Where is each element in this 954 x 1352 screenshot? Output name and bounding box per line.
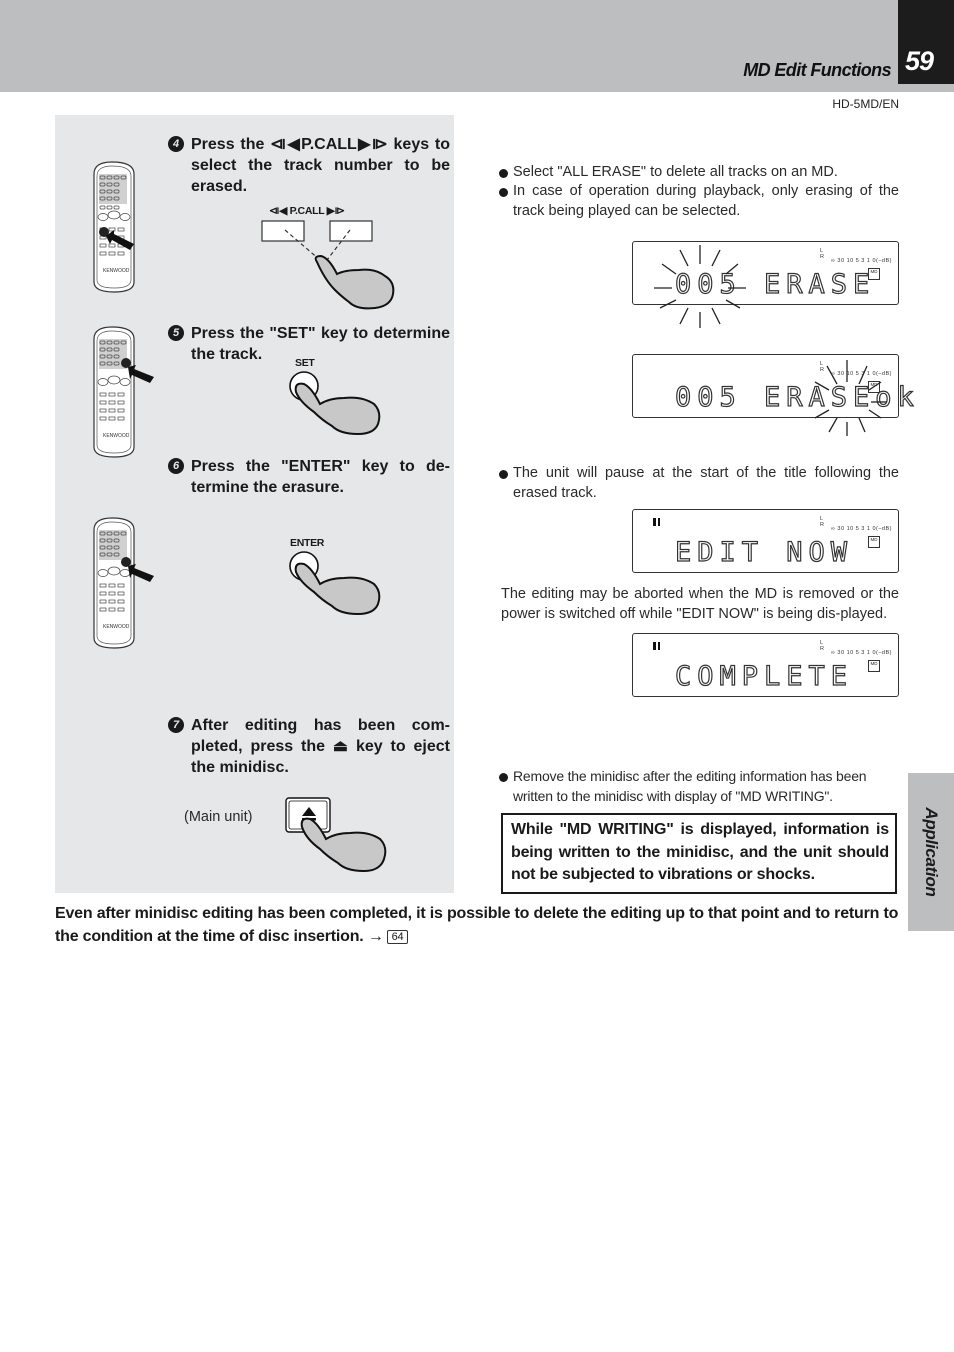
page-reference-link[interactable]: 64	[386, 929, 409, 944]
level-meter-scale: ∞ 30 10 5 3 1 0(–dB)	[830, 258, 892, 264]
step-text: After editing has been com-pleted, press…	[191, 717, 450, 776]
bullet-icon	[499, 470, 508, 479]
lcd-display-edit-now: LR ∞ 30 10 5 3 1 0(–dB) MD EDIT NOW	[632, 509, 899, 573]
pointing-hand-icon	[314, 254, 395, 310]
step-7: 7 After editing has been com-pleted, pre…	[168, 715, 450, 778]
pointing-hand-icon	[294, 382, 381, 436]
note-text: In case of operation during playback, on…	[513, 183, 899, 219]
remote-control-icon: KENWOOD	[93, 161, 135, 293]
blink-rays-icon	[654, 245, 746, 328]
note-playback-erase: In case of operation during playback, on…	[499, 182, 899, 221]
note-remove-minidisc: Remove the minidisc after the editing in…	[499, 767, 899, 806]
step-6: 6 Press the "ENTER" key to de-termine th…	[168, 456, 450, 498]
level-meter-scale: ∞ 30 10 5 3 1 0(–dB)	[830, 650, 892, 656]
step-number: 7	[168, 717, 184, 733]
blink-rays-icon	[814, 360, 887, 436]
pause-icon	[653, 518, 660, 526]
bullet-icon	[499, 169, 508, 178]
bullet-icon	[499, 188, 508, 197]
abort-note: The editing may be aborted when the MD i…	[501, 586, 899, 622]
warning-box: While "MD WRITING" is displayed, informa…	[501, 813, 897, 894]
lcd-text: COMPLETE	[674, 661, 854, 692]
remote-control-icon: KENWOOD	[93, 517, 154, 649]
remote-body: KENWOOD	[93, 161, 135, 293]
enter-key-illustration	[289, 551, 381, 616]
note-text: Select "ALL ERASE" to delete all tracks …	[513, 164, 838, 180]
arrow-icon: →	[367, 927, 384, 945]
step-text: Press the "ENTER" key to de-termine the …	[191, 458, 450, 496]
next-key-button	[329, 220, 373, 242]
footer-note: Even after minidisc editing has been com…	[55, 903, 905, 948]
pointing-hand-icon	[294, 562, 381, 616]
note-all-erase: Select "ALL ERASE" to delete all tracks …	[499, 163, 899, 183]
step-number: 6	[168, 458, 184, 474]
step-number: 5	[168, 325, 184, 341]
note-pause: The unit will pause at the start of the …	[499, 464, 899, 503]
note-text: Remove the minidisc after the editing in…	[513, 768, 867, 804]
channel-indicator: LR	[820, 248, 824, 260]
footer-text: Even after minidisc editing has been com…	[55, 905, 899, 945]
highlighted-key	[121, 557, 131, 567]
remote-body: KENWOOD	[93, 326, 135, 458]
svg-text:KENWOOD: KENWOOD	[103, 624, 130, 630]
pcall-key-label: ⧏◀ P.CALL ▶⧐	[269, 205, 345, 217]
md-indicator-icon: MD	[868, 536, 880, 548]
side-tab-label: Application	[922, 807, 941, 897]
level-meter-scale: ∞ 30 10 5 3 1 0(–dB)	[830, 526, 892, 532]
channel-indicator: LR	[820, 516, 824, 528]
highlighted-key	[121, 358, 131, 368]
eject-key-illustration	[285, 797, 387, 873]
note-text: The unit will pause at the start of the …	[513, 465, 899, 501]
section-title: MD Edit Functions	[743, 60, 891, 80]
remote-body: KENWOOD	[93, 517, 135, 649]
pointing-hand-icon	[300, 817, 387, 873]
warning-text: While "MD WRITING" is displayed, informa…	[511, 821, 889, 883]
svg-text:KENWOOD: KENWOOD	[103, 433, 130, 439]
pcall-keys-illustration	[261, 220, 395, 310]
bullet-icon	[499, 773, 508, 782]
step-4: 4 Press the ⧏◀P.CALL▶⧐ keys to select th…	[168, 134, 450, 197]
main-unit-caption: (Main unit)	[184, 809, 253, 825]
remote-control-icon: KENWOOD	[93, 326, 154, 458]
svg-text:KENWOOD: KENWOOD	[103, 268, 130, 274]
model-code: HD-5MD/EN	[832, 97, 899, 111]
step-text: Press the ⧏◀P.CALL▶⧐ keys to select the …	[191, 136, 450, 195]
prev-key-button	[261, 220, 305, 242]
step-number: 4	[168, 136, 184, 152]
set-key-illustration	[289, 371, 381, 436]
pause-icon	[653, 642, 660, 650]
lcd-display-complete: LR ∞ 30 10 5 3 1 0(–dB) MD COMPLETE	[632, 633, 899, 697]
md-indicator-icon: MD	[868, 660, 880, 672]
page-number: 59	[905, 46, 934, 76]
channel-indicator: LR	[820, 640, 824, 652]
lcd-text: EDIT NOW	[674, 537, 854, 568]
